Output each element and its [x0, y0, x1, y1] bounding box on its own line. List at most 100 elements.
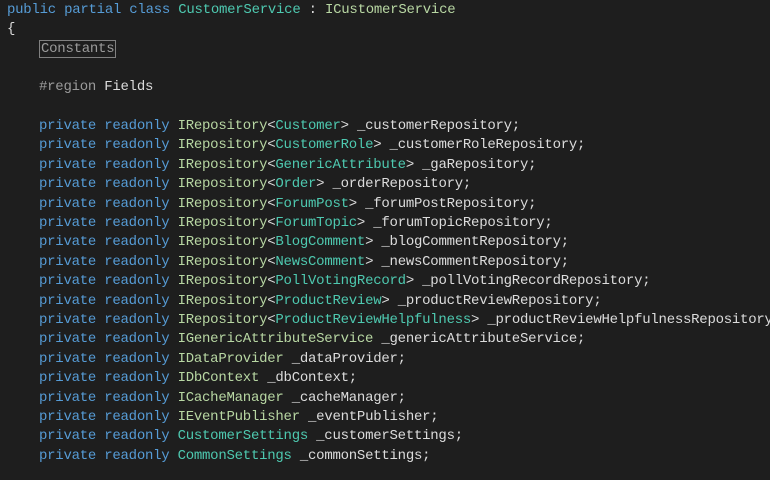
field-type: IRepository	[177, 137, 268, 154]
field-type: CommonSettings	[177, 447, 292, 464]
field-type: IDbContext	[177, 370, 260, 387]
field-declaration-line: private readonly IRepository<Customer> _…	[39, 117, 520, 136]
field-type: IRepository	[177, 195, 268, 212]
field-type: IRepository	[177, 312, 268, 328]
field-type: CustomerSettings	[177, 428, 309, 445]
field-name: _eventPublisher;	[308, 409, 439, 425]
field-type: IRepository	[177, 118, 268, 134]
field-name: _cacheManager;	[291, 389, 406, 406]
field-declaration-line: private readonly IRepository<BlogComment…	[39, 233, 569, 252]
field-declaration-line: private readonly CustomerSettings _custo…	[39, 427, 463, 446]
generic-type-argument: ForumTopic	[275, 215, 357, 231]
field-modifiers: private readonly	[39, 253, 170, 270]
field-type: IRepository	[177, 215, 268, 231]
field-declaration-line: private readonly IRepository<NewsComment…	[39, 253, 569, 272]
field-modifiers: private readonly	[39, 292, 170, 309]
generic-type-argument: NewsComment	[275, 253, 366, 270]
field-name: _pollVotingRecordRepository;	[422, 273, 651, 290]
field-declaration-line: private readonly IRepository<ProductRevi…	[39, 311, 770, 330]
field-modifiers: private readonly	[39, 156, 170, 173]
field-name: _dbContext;	[267, 370, 357, 387]
field-type: ICacheManager	[177, 389, 284, 406]
generic-close-bracket: >	[471, 312, 480, 328]
field-type: IRepository	[177, 253, 268, 270]
field-name: _customerRepository;	[356, 118, 520, 134]
generic-close-bracket: >	[373, 137, 382, 154]
field-modifiers: private readonly	[39, 389, 170, 406]
field-name: _forumTopicRepository;	[373, 215, 553, 231]
generic-close-bracket: >	[405, 156, 414, 173]
field-type: IEventPublisher	[177, 409, 301, 425]
generic-close-bracket: >	[365, 234, 374, 251]
keyword-public: public	[7, 2, 56, 18]
generic-close-bracket: >	[381, 292, 390, 309]
field-modifiers: private readonly	[39, 331, 170, 348]
field-declaration-line: private readonly IRepository<ForumTopic>…	[39, 214, 553, 233]
field-declaration-line: private readonly IDbContext _dbContext;	[39, 369, 357, 388]
field-name: _productReviewHelpfulnessRepository;	[487, 312, 770, 328]
field-type: IRepository	[177, 156, 268, 173]
generic-type-argument: ProductReviewHelpfulness	[275, 312, 472, 328]
collapsed-region-line: Constants	[39, 40, 117, 59]
field-modifiers: private readonly	[39, 350, 170, 367]
generic-close-bracket: >	[316, 176, 325, 193]
field-declaration-line: private readonly IDataProvider _dataProv…	[39, 350, 406, 369]
field-declaration-line: private readonly IRepository<CustomerRol…	[39, 136, 585, 155]
field-name: _orderRepository;	[332, 176, 472, 193]
generic-close-bracket: >	[405, 273, 414, 290]
field-modifiers: private readonly	[39, 118, 170, 134]
generic-type-argument: GenericAttribute	[275, 156, 406, 173]
generic-close-bracket: >	[340, 118, 349, 134]
generic-close-bracket: >	[348, 195, 357, 212]
field-name: _productReviewRepository;	[397, 292, 602, 309]
field-modifiers: private readonly	[39, 176, 170, 193]
field-modifiers: private readonly	[39, 447, 170, 464]
field-name: _customerSettings;	[316, 428, 463, 445]
field-modifiers: private readonly	[39, 234, 170, 251]
generic-type-argument: ProductReview	[275, 292, 382, 309]
region-name: Fields	[104, 79, 154, 95]
open-brace-line: {	[7, 20, 15, 39]
generic-type-argument: BlogComment	[275, 234, 366, 251]
class-declaration-line: public partial class CustomerService : I…	[7, 1, 456, 20]
generic-type-argument: PollVotingRecord	[275, 273, 406, 290]
keyword-class: class	[129, 2, 171, 18]
field-declaration-line: private readonly IGenericAttributeServic…	[39, 330, 585, 349]
field-modifiers: private readonly	[39, 409, 170, 425]
generic-close-bracket: >	[365, 253, 374, 270]
base-interface: ICustomerService	[324, 2, 456, 18]
open-brace: {	[7, 21, 16, 37]
field-type: IRepository	[177, 176, 268, 193]
generic-type-argument: ForumPost	[275, 195, 349, 212]
field-modifiers: private readonly	[39, 273, 170, 290]
field-name: _customerRoleRepository;	[389, 137, 586, 154]
field-declaration-line: private readonly IRepository<GenericAttr…	[39, 156, 537, 175]
field-modifiers: private readonly	[39, 428, 170, 445]
field-declaration-line: private readonly IRepository<ForumPost> …	[39, 195, 537, 214]
field-declaration-line: private readonly CommonSettings _commonS…	[39, 447, 431, 466]
code-editor[interactable]: public partial class CustomerService : I…	[0, 0, 770, 480]
field-declaration-line: private readonly ICacheManager _cacheMan…	[39, 389, 406, 408]
field-name: _dataProvider;	[291, 350, 406, 367]
field-declaration-line: private readonly IRepository<PollVotingR…	[39, 272, 651, 291]
collapsed-region-constants[interactable]: Constants	[39, 40, 117, 58]
region-line: #region Fields	[39, 78, 153, 97]
field-type: IRepository	[177, 234, 268, 251]
generic-type-argument: CustomerRole	[275, 137, 374, 154]
field-name: _forumPostRepository;	[365, 195, 537, 212]
generic-close-bracket: >	[356, 215, 366, 231]
field-name: _gaRepository;	[422, 156, 537, 173]
generic-type-argument: Order	[275, 176, 317, 193]
field-declaration-line: private readonly IRepository<ProductRevi…	[39, 292, 602, 311]
field-name: _blogCommentRepository;	[381, 234, 569, 251]
field-type: IRepository	[177, 273, 268, 290]
field-type: IGenericAttributeService	[177, 331, 374, 348]
field-modifiers: private readonly	[39, 195, 170, 212]
inheritance-colon: :	[300, 2, 325, 18]
generic-type-argument: Customer	[275, 118, 341, 134]
field-type: IRepository	[177, 292, 268, 309]
field-modifiers: private readonly	[39, 137, 170, 154]
field-modifiers: private readonly	[39, 370, 170, 387]
field-declaration-line: private readonly IEventPublisher _eventP…	[39, 408, 439, 427]
field-declaration-line: private readonly IRepository<Order> _ord…	[39, 175, 471, 194]
